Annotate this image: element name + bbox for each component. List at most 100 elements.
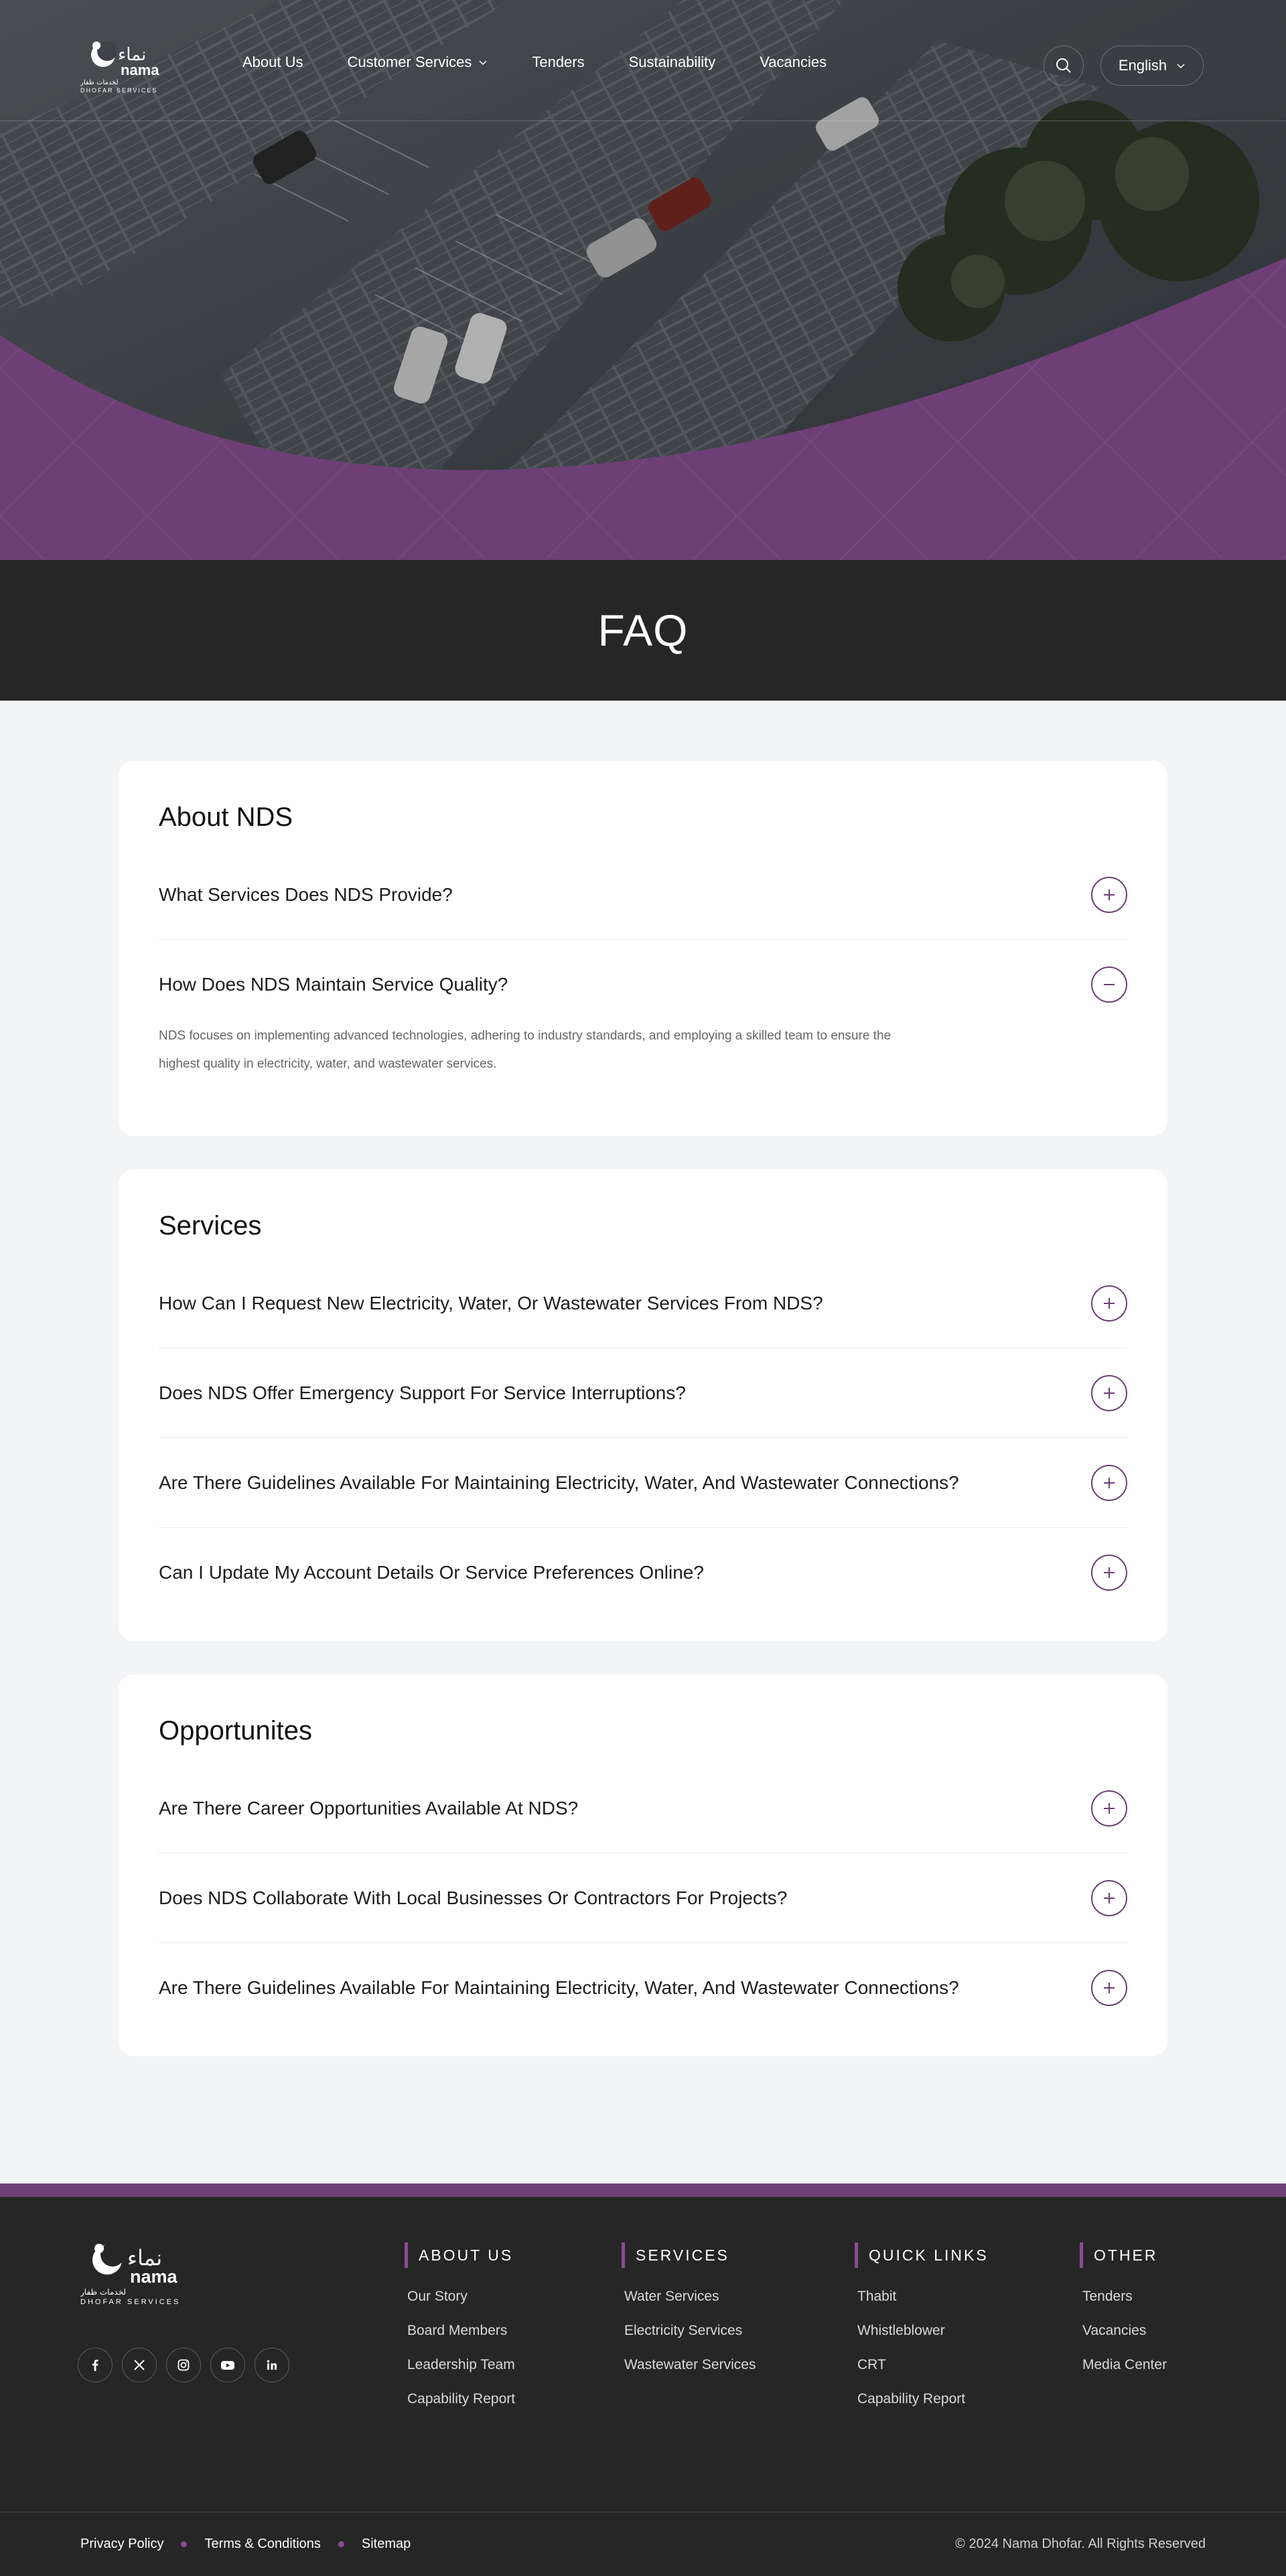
page-title-banner: FAQ	[0, 560, 1286, 701]
footer-column-title: OTHER	[1080, 2242, 1167, 2268]
chevron-down-icon	[479, 60, 487, 66]
faq-question-toggle[interactable]: Are There Guidelines Available For Maint…	[159, 1438, 1127, 1527]
site-header: نماء nama لخدمات ظفار DHOFAR SERVICES Ab…	[0, 0, 1286, 121]
nav-tenders-label: Tenders	[532, 54, 585, 70]
faq-question-toggle[interactable]: Does NDS Offer Emergency Support For Ser…	[159, 1348, 1127, 1437]
faq-item-open: How Does NDS Maintain Service Quality? N…	[159, 940, 1127, 1112]
nav-sustainability-label: Sustainability	[628, 54, 716, 70]
svg-text:DHOFAR SERVICES: DHOFAR SERVICES	[80, 2298, 180, 2306]
expand-button[interactable]	[1091, 876, 1127, 913]
terms-conditions-link[interactable]: Terms & Conditions	[204, 2536, 320, 2552]
footer-link[interactable]: Electricity Services	[624, 2322, 756, 2339]
faq-item: Are There Guidelines Available For Maint…	[159, 1438, 1127, 1528]
plus-icon	[1104, 1297, 1115, 1309]
instagram-link[interactable]	[166, 2348, 201, 2382]
footer-link[interactable]: Tenders	[1082, 2288, 1167, 2305]
nav-about-us[interactable]: About Us	[242, 54, 303, 71]
expand-button[interactable]	[1091, 1554, 1127, 1591]
plus-icon	[1104, 1982, 1115, 1993]
search-icon	[1056, 58, 1071, 73]
footer-nama-logo[interactable]: نماء nama لخدمات ظفار DHOFAR SERVICES	[80, 2240, 190, 2307]
faq-section-title: Opportunites	[159, 1716, 313, 1745]
page-title: FAQ	[597, 605, 689, 655]
faq-question-toggle[interactable]: Are There Career Opportunities Available…	[159, 1764, 1127, 1853]
nav-vacancies-label: Vacancies	[760, 54, 827, 70]
footer-column-services: SERVICES Water Services Electricity Serv…	[622, 2242, 756, 2390]
facebook-link[interactable]	[78, 2348, 113, 2382]
faq-answer-text: NDS focuses on implementing advanced tec…	[159, 1029, 891, 1071]
legal-links: Privacy Policy Terms & Conditions Sitema…	[80, 2536, 411, 2552]
hero-section: نماء nama لخدمات ظفار DHOFAR SERVICES Ab…	[0, 0, 1286, 560]
footer-link[interactable]: Thabit	[857, 2288, 989, 2305]
expand-button[interactable]	[1091, 1879, 1127, 1916]
faq-question-text: Are There Guidelines Available For Maint…	[159, 1977, 959, 1998]
nav-sustainability[interactable]: Sustainability	[629, 54, 716, 71]
faq-question-text: How Can I Request New Electricity, Water…	[159, 1292, 823, 1313]
footer-link[interactable]: CRT	[857, 2356, 989, 2373]
faq-item: Does NDS Collaborate With Local Business…	[159, 1853, 1127, 1943]
expand-button[interactable]	[1091, 1464, 1127, 1501]
svg-text:لخدمات ظفار: لخدمات ظفار	[80, 79, 119, 86]
plus-icon	[1104, 889, 1115, 900]
footer-column-other: OTHER Tenders Vacancies Media Center	[1080, 2242, 1167, 2390]
footer-link[interactable]: Vacancies	[1082, 2322, 1167, 2339]
footer-column-title: SERVICES	[622, 2242, 756, 2268]
x-icon	[134, 2360, 145, 2370]
linkedin-icon	[267, 2360, 277, 2370]
faq-content: About NDS What Services Does NDS Provide…	[0, 701, 1286, 2184]
footer-main: نماء nama لخدمات ظفار DHOFAR SERVICES AB…	[0, 2197, 1286, 2512]
svg-text:لخدمات ظفار: لخدمات ظفار	[80, 2287, 126, 2297]
footer-column-quick-links: QUICK LINKS Thabit Whistleblower CRT Cap…	[855, 2242, 989, 2425]
youtube-icon	[221, 2361, 234, 2370]
nav-about-us-label: About Us	[242, 54, 303, 70]
nama-logo[interactable]: نماء nama لخدمات ظفار DHOFAR SERVICES	[80, 38, 167, 94]
footer-link[interactable]: Media Center	[1082, 2356, 1167, 2373]
footer-link[interactable]: Capability Report	[857, 2390, 989, 2407]
footer-link[interactable]: Wastewater Services	[624, 2356, 756, 2373]
faq-question-toggle[interactable]: How Does NDS Maintain Service Quality?	[159, 940, 1127, 1029]
faq-question-toggle[interactable]: Can I Update My Account Details Or Servi…	[159, 1528, 1127, 1617]
footer-link[interactable]: Board Members	[407, 2322, 515, 2339]
expand-button[interactable]	[1091, 1285, 1127, 1321]
nav-tenders[interactable]: Tenders	[532, 54, 584, 71]
footer-link[interactable]: Water Services	[624, 2288, 756, 2305]
footer-link[interactable]: Whistleblower	[857, 2322, 989, 2339]
faq-question-toggle[interactable]: What Services Does NDS Provide?	[159, 850, 1127, 939]
expand-button[interactable]	[1091, 1969, 1127, 2006]
nav-vacancies[interactable]: Vacancies	[760, 54, 827, 71]
youtube-link[interactable]	[210, 2348, 245, 2382]
faq-item: How Can I Request New Electricity, Water…	[159, 1259, 1127, 1348]
faq-item: What Services Does NDS Provide?	[159, 850, 1127, 940]
expand-button[interactable]	[1091, 1790, 1127, 1827]
svg-text:nama: nama	[130, 2267, 178, 2287]
sitemap-link[interactable]: Sitemap	[362, 2536, 411, 2552]
expand-button[interactable]	[1091, 1374, 1127, 1411]
faq-question-toggle[interactable]: Are There Guidelines Available For Maint…	[159, 1943, 1127, 2032]
collapse-button[interactable]	[1091, 966, 1127, 1003]
footer-column-title: ABOUT US	[405, 2242, 515, 2268]
instagram-icon	[177, 2359, 190, 2371]
faq-question-text: Are There Guidelines Available For Maint…	[159, 1472, 959, 1493]
plus-icon	[1104, 1477, 1115, 1488]
svg-text:DHOFAR SERVICES: DHOFAR SERVICES	[80, 87, 157, 94]
faq-question-toggle[interactable]: Does NDS Collaborate With Local Business…	[159, 1853, 1127, 1942]
nav-customer-services-label: Customer Services	[347, 54, 472, 70]
search-button[interactable]	[1044, 46, 1084, 86]
privacy-policy-link[interactable]: Privacy Policy	[80, 2536, 163, 2552]
separator-dot	[338, 2541, 344, 2547]
x-link[interactable]	[122, 2348, 157, 2382]
plus-icon	[1104, 1892, 1115, 1904]
footer-link[interactable]: Capability Report	[407, 2390, 515, 2407]
faq-item: Does NDS Offer Emergency Support For Ser…	[159, 1348, 1127, 1438]
faq-question-text: Does NDS Collaborate With Local Business…	[159, 1887, 788, 1908]
faq-item: Can I Update My Account Details Or Servi…	[159, 1528, 1127, 1617]
nav-customer-services[interactable]: Customer Services	[348, 54, 488, 71]
plus-icon	[1104, 1387, 1115, 1399]
faq-section-opportunities: Opportunites Are There Career Opportunit…	[119, 1674, 1167, 2056]
footer-link[interactable]: Leadership Team	[407, 2356, 515, 2373]
plus-icon	[1104, 1567, 1115, 1578]
language-selector[interactable]: English	[1100, 46, 1204, 86]
faq-question-toggle[interactable]: How Can I Request New Electricity, Water…	[159, 1259, 1127, 1348]
footer-link[interactable]: Our Story	[407, 2288, 515, 2305]
linkedin-link[interactable]	[255, 2348, 289, 2382]
